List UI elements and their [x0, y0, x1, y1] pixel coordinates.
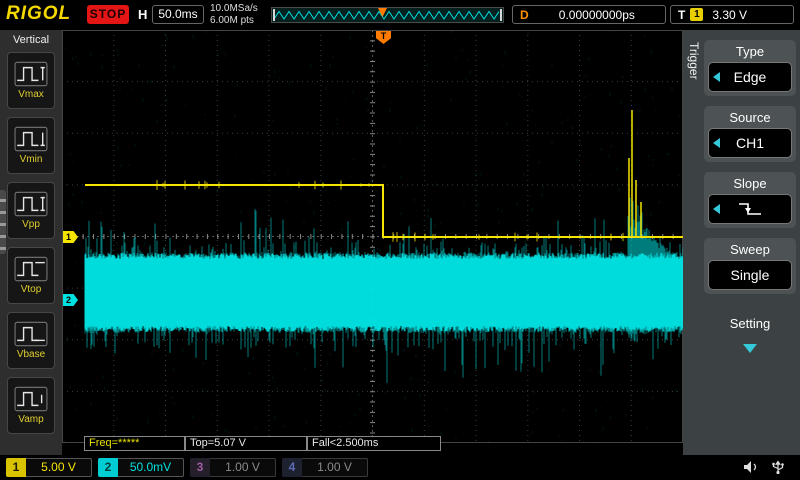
rigol-logo: RIGOL — [6, 3, 71, 25]
channel3-status[interactable]: 3 1.00 V — [190, 458, 276, 477]
strip-left-bracket — [273, 9, 275, 21]
trigger-label: T — [678, 8, 685, 22]
chevron-left-icon — [713, 138, 720, 148]
trigger-menu-tab[interactable]: Trigger — [685, 42, 701, 132]
delay-value: 0.00000000ps — [529, 8, 665, 22]
menu-item-slope[interactable]: Slope — [704, 172, 796, 228]
menu-item-source-value[interactable]: CH1 — [708, 128, 792, 158]
vbase-icon — [14, 321, 48, 347]
measurement-freq: Freq=***** — [84, 436, 185, 451]
run-state-indicator[interactable]: STOP — [87, 5, 129, 24]
menu-button-vbase[interactable]: Vbase — [7, 312, 55, 369]
menu-item-type-value-text: Edge — [734, 69, 767, 85]
channel2-status[interactable]: 2 50.0mV — [98, 458, 184, 477]
menu-item-sweep[interactable]: Sweep Single — [704, 238, 796, 294]
measurement-fall: Fall<2.500ms — [307, 436, 441, 451]
menu-button-vtop[interactable]: Vtop — [7, 247, 55, 304]
channel1-scale: 5.00 V — [26, 458, 92, 477]
channel-status-bar: 1 5.00 V 2 50.0mV 3 1.00 V 4 1.00 V — [0, 455, 800, 480]
menu-button-vpp[interactable]: Vpp — [7, 182, 55, 239]
menu-button-vmax-label: Vmax — [18, 89, 44, 100]
sample-rate: 10.0MSa/s — [210, 3, 258, 14]
channel3-scale: 1.00 V — [210, 458, 276, 477]
menu-button-vmin-label: Vmin — [20, 154, 43, 165]
trigger-source-badge: 1 — [690, 8, 703, 21]
vpp-icon — [14, 191, 48, 217]
waveform-traces — [62, 30, 683, 443]
channel2-number: 2 — [98, 458, 118, 477]
menu-item-sweep-value[interactable]: Single — [708, 260, 792, 290]
falling-edge-icon — [737, 200, 763, 218]
menu-button-vbase-label: Vbase — [17, 349, 45, 360]
memory-position-strip[interactable] — [271, 7, 504, 23]
menu-item-source[interactable]: Source CH1 — [704, 106, 796, 162]
menu-item-type-label: Type — [704, 42, 796, 62]
channel4-scale: 1.00 V — [302, 458, 368, 477]
horizontal-label: H — [138, 7, 147, 22]
channel1-number: 1 — [6, 458, 26, 477]
chevron-left-icon — [713, 204, 720, 214]
channel1-status[interactable]: 1 5.00 V — [6, 458, 92, 477]
vertical-menu-title: Vertical — [0, 34, 62, 46]
channel3-number: 3 — [190, 458, 210, 477]
menu-item-slope-label: Slope — [704, 174, 796, 194]
channel4-status[interactable]: 4 1.00 V — [282, 458, 368, 477]
menu-item-type[interactable]: Type Edge — [704, 40, 796, 96]
oscilloscope-screen: RIGOL STOP H 50.0ms 10.0MSa/s 6.00M pts … — [0, 0, 800, 480]
menu-button-vmin[interactable]: Vmin — [7, 117, 55, 174]
vamp-icon — [14, 386, 48, 412]
trigger-readout[interactable]: T 1 3.30 V — [670, 5, 794, 24]
trigger-level-value: 3.30 V — [712, 8, 747, 22]
sound-icon — [742, 459, 760, 475]
menu-button-vpp-label: Vpp — [22, 219, 40, 230]
chevron-down-icon — [743, 344, 757, 353]
menu-item-type-value[interactable]: Edge — [708, 62, 792, 92]
memory-depth: 6.00M pts — [210, 15, 254, 26]
menu-item-setting[interactable]: Setting — [704, 312, 796, 357]
waveform-display-area — [62, 30, 683, 443]
vmax-icon — [14, 61, 48, 87]
delay-label: D — [520, 8, 529, 22]
menu-scroll-indicator — [0, 190, 6, 254]
channel2-scale: 50.0mV — [118, 458, 184, 477]
delay-readout[interactable]: D 0.00000000ps — [512, 5, 666, 24]
channel4-number: 4 — [282, 458, 302, 477]
measurement-top: Top=5.07 V — [185, 436, 307, 451]
memory-waveform-preview — [272, 8, 501, 22]
menu-button-vamp[interactable]: Vamp — [7, 377, 55, 434]
menu-item-source-label: Source — [704, 108, 796, 128]
menu-item-sweep-label: Sweep — [704, 240, 796, 260]
menu-button-vamp-label: Vamp — [18, 414, 43, 425]
vtop-icon — [14, 256, 48, 282]
menu-button-vmax[interactable]: Vmax — [7, 52, 55, 109]
menu-button-vtop-label: Vtop — [21, 284, 42, 295]
menu-item-setting-label: Setting — [704, 314, 796, 334]
usb-icon — [768, 459, 788, 475]
timebase-value[interactable]: 50.0ms — [152, 5, 204, 24]
menu-item-slope-value[interactable] — [708, 194, 792, 224]
vmin-icon — [14, 126, 48, 152]
chevron-left-icon — [713, 72, 720, 82]
menu-item-source-value-text: CH1 — [736, 135, 764, 151]
strip-right-bracket — [500, 9, 502, 21]
menu-item-sweep-value-text: Single — [731, 267, 770, 283]
